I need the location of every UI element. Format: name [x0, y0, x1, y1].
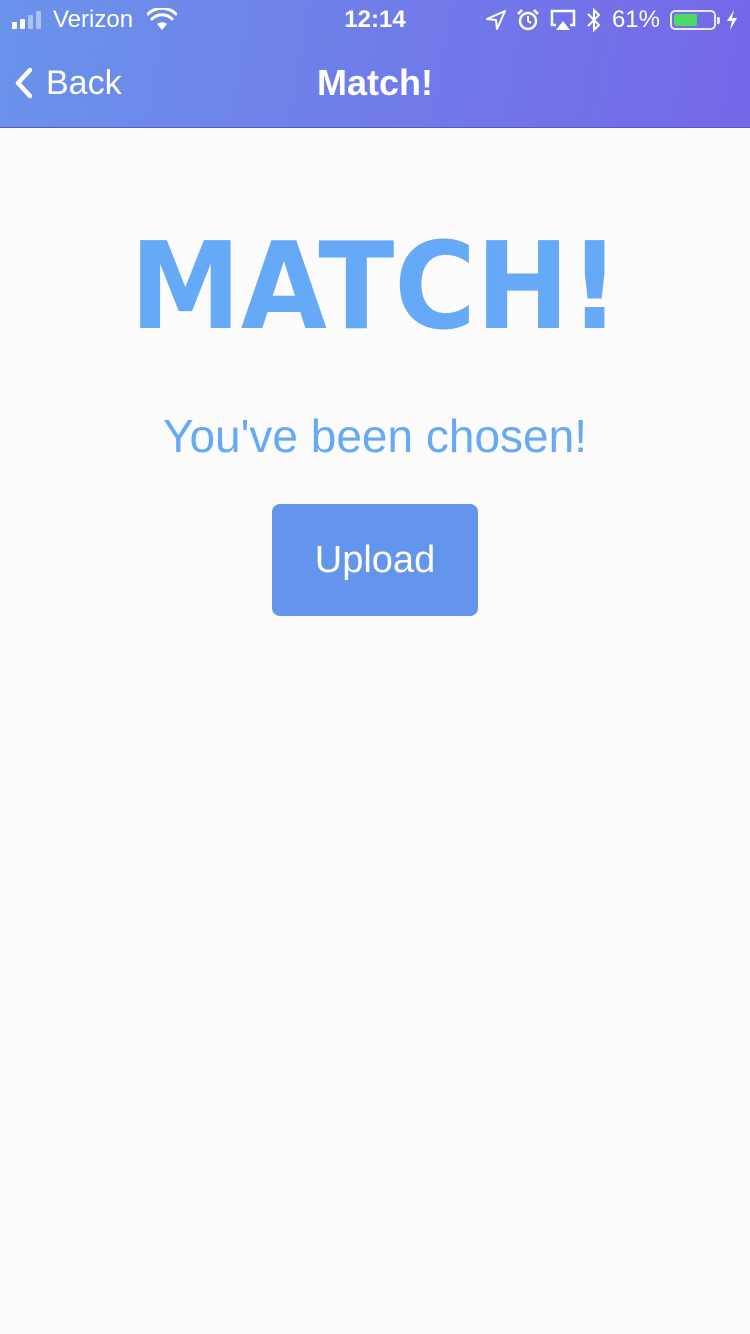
location-arrow-icon	[485, 10, 506, 30]
status-bar: Verizon 12:14 61%	[0, 0, 750, 40]
battery-icon	[670, 10, 720, 30]
match-headline-text: MATCH!	[130, 218, 620, 345]
charging-bolt-icon	[727, 10, 737, 30]
bluetooth-icon	[587, 8, 601, 32]
nav-title: Match!	[317, 62, 433, 103]
subtitle: You've been chosen!	[163, 410, 587, 462]
upload-button[interactable]: Upload	[272, 504, 478, 616]
airplay-icon	[550, 9, 576, 30]
battery-percent: 61%	[611, 6, 660, 33]
match-headline: MATCH!	[0, 210, 750, 345]
alarm-icon	[517, 9, 539, 31]
battery-level-fill	[674, 14, 698, 26]
status-icons: 61%	[485, 0, 738, 40]
header: Verizon 12:14 61% Back Match!	[0, 0, 750, 128]
